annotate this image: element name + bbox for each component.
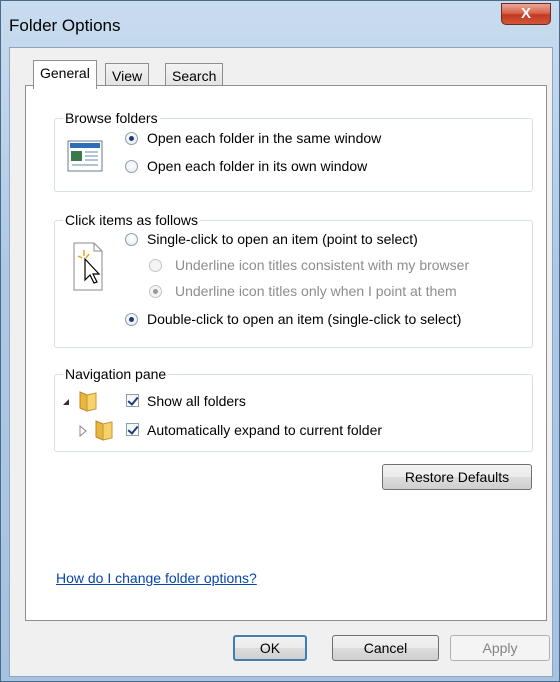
restore-defaults-button[interactable]: Restore Defaults	[382, 464, 532, 490]
help-link[interactable]: How do I change folder options?	[56, 570, 257, 586]
radio-button[interactable]	[125, 132, 138, 145]
click-items-group: Click items as follows Single-click to o…	[54, 212, 533, 348]
collapsed-arrow-icon	[79, 425, 87, 437]
tab-label: Search	[172, 68, 217, 84]
radio-button[interactable]	[125, 233, 138, 246]
radio-button	[149, 259, 162, 272]
title-bar[interactable]: Folder Options X	[1, 1, 560, 47]
radio-label: Open each folder in its own window	[147, 158, 368, 174]
navigation-pane-group: Navigation pane Show all folders Automat…	[54, 366, 533, 452]
checkbox-label: Automatically expand to current folder	[147, 422, 383, 438]
close-icon: X	[520, 5, 531, 22]
browse-folders-group: Browse folders Open each folder in the s…	[54, 110, 533, 192]
radio-label: Underline icon titles only when I point …	[175, 283, 457, 299]
tab-label: General	[40, 65, 90, 81]
tab-search[interactable]: Search	[165, 63, 224, 86]
click-items-title: Click items as follows	[63, 212, 201, 228]
button-label: OK	[259, 640, 281, 656]
button-label: Restore Defaults	[404, 469, 510, 485]
pointer-click-icon	[73, 242, 103, 291]
radio-label: Open each folder in the same window	[147, 130, 382, 146]
expanded-arrow-icon	[63, 399, 69, 405]
cancel-button[interactable]: Cancel	[332, 635, 439, 661]
window-layout-icon	[67, 140, 103, 172]
radio-button[interactable]	[125, 160, 138, 173]
checkbox[interactable]	[126, 394, 139, 407]
radio-button	[149, 285, 162, 298]
radio-label: Double-click to open an item (single-cli…	[147, 311, 462, 327]
apply-button: Apply	[450, 635, 550, 661]
folder-options-window: Folder Options X General View Search Bro…	[0, 0, 560, 682]
folder-icon	[79, 391, 97, 412]
ok-button[interactable]: OK	[233, 635, 307, 661]
close-button[interactable]: X	[501, 3, 551, 25]
browse-folders-title: Browse folders	[63, 110, 160, 126]
tab-label: View	[112, 68, 143, 84]
radio-label: Underline icon titles consistent with my…	[175, 257, 470, 273]
button-label: Cancel	[363, 640, 408, 656]
folder-icon	[95, 420, 113, 441]
tab-general[interactable]: General	[33, 60, 97, 89]
checkbox[interactable]	[126, 423, 139, 436]
window-title: Folder Options	[9, 16, 121, 35]
tab-panel-general: Browse folders Open each folder in the s…	[25, 85, 547, 621]
radio-label: Single-click to open an item (point to s…	[147, 231, 418, 247]
navigation-pane-title: Navigation pane	[63, 366, 169, 382]
tab-view[interactable]: View	[105, 63, 150, 86]
radio-button[interactable]	[125, 313, 138, 326]
button-label: Apply	[482, 640, 518, 656]
checkbox-label: Show all folders	[147, 393, 246, 409]
